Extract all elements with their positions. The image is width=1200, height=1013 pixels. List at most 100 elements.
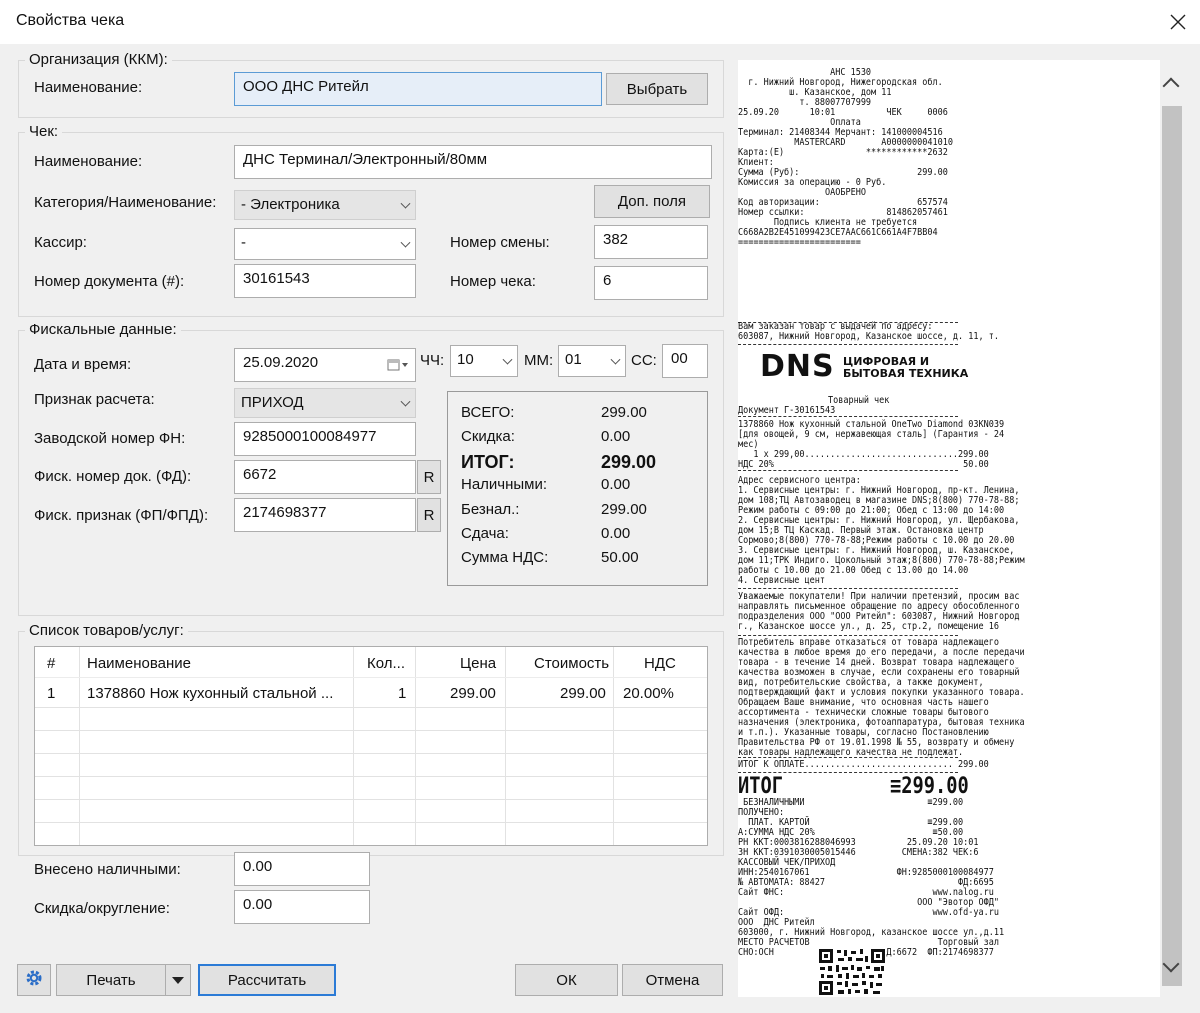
totals-itog-row: ИТОГ: 299.00 <box>461 452 701 473</box>
totals-cash-label: Наличными: <box>461 476 548 493</box>
shift-field[interactable]: 382 <box>594 225 708 259</box>
datetime-label: Дата и время: <box>34 356 132 373</box>
row-vat: 20.00% <box>623 685 674 702</box>
cash-in-field[interactable]: 0.00 <box>234 852 370 886</box>
calculate-button[interactable]: Рассчитать <box>198 964 336 996</box>
col-header-name[interactable]: Наименование <box>87 655 191 672</box>
chevron-up-icon[interactable] <box>1162 77 1180 95</box>
totals-itog-value: 299.00 <box>601 452 657 472</box>
totals-discount-value: 0.00 <box>601 428 631 445</box>
check-name-field[interactable]: ДНС Терминал/Электронный/80мм <box>234 145 712 179</box>
col-header-price[interactable]: Цена <box>460 655 496 672</box>
cancel-button[interactable]: Отмена <box>622 964 723 996</box>
goods-group-label: Список товаров/услуг: <box>25 622 188 639</box>
doc-number-field[interactable]: 30161543 <box>234 264 416 298</box>
qr-code-icon <box>818 948 886 996</box>
totals-sum-value: 299.00 <box>601 404 647 421</box>
col-header-vat[interactable]: НДС <box>644 655 676 672</box>
receipt-notice-line: г., Казанское шоссе ул., д. 25, стр.2, п… <box>738 621 999 632</box>
settings-button[interactable] <box>17 964 51 996</box>
row-cost: 299.00 <box>560 685 606 702</box>
cash-in-label: Внесено наличными: <box>34 861 181 878</box>
scrollbar-thumb[interactable] <box>1162 106 1182 986</box>
hh-label: ЧЧ: <box>420 352 445 369</box>
totals-change-value: 0.00 <box>601 525 631 542</box>
mm-combo[interactable]: 01 <box>558 345 626 377</box>
cashier-combo[interactable]: - <box>234 228 416 260</box>
receipt-check-title: Товарный чек <box>828 395 890 406</box>
totals-discount-label: Скидка: <box>461 428 515 445</box>
receipt-preview[interactable]: АНС 1530 г. Нижний Новгород, Нижегородск… <box>738 60 1160 997</box>
totals-change-label: Сдача: <box>461 525 509 542</box>
fd-label: Фиск. номер док. (ФД): <box>34 468 192 485</box>
date-picker[interactable]: 25.09.2020 <box>234 348 416 382</box>
calendar-icon[interactable] <box>387 358 409 376</box>
hh-value: 10 <box>457 351 474 368</box>
check-group-label: Чек: <box>25 123 63 140</box>
row-price: 299.00 <box>450 685 496 702</box>
category-combo[interactable]: - Электроника <box>234 190 416 220</box>
totals-vat-value: 50.00 <box>601 549 639 566</box>
totals-cash-row: Наличными: 0.00 <box>461 476 701 493</box>
ss-field[interactable]: 00 <box>662 344 708 378</box>
print-button[interactable]: Печать <box>56 964 166 996</box>
col-header-cost[interactable]: Стоимость <box>534 655 609 672</box>
date-value: 25.09.2020 <box>243 354 319 371</box>
gear-icon <box>24 968 44 992</box>
col-header-index[interactable]: # <box>47 655 55 672</box>
category-value: - Электроника <box>241 196 340 213</box>
ss-label: СС: <box>631 352 657 369</box>
totals-sum-label: ВСЕГО: <box>461 404 515 421</box>
rounding-field[interactable]: 0.00 <box>234 890 370 924</box>
goods-table[interactable]: # Наименование Кол... Цена Стоимость НДС… <box>34 646 708 846</box>
kkm-name-label: Наименование: <box>34 79 143 96</box>
totals-itog-label: ИТОГ: <box>461 452 515 472</box>
extra-fields-button[interactable]: Доп. поля <box>594 185 710 218</box>
totals-change-row: Сдача: 0.00 <box>461 525 701 542</box>
kkm-name-field[interactable]: ООО ДНС Ритейл <box>234 72 602 106</box>
chevron-down-icon <box>400 237 411 248</box>
hh-combo[interactable]: 10 <box>450 345 518 377</box>
select-org-button[interactable]: Выбрать <box>606 73 708 105</box>
fn-label: Заводской номер ФН: <box>34 430 186 447</box>
fiscal-group-label: Фискальные данные: <box>25 321 181 338</box>
check-number-label: Номер чека: <box>450 273 536 290</box>
calc-sign-combo[interactable]: ПРИХОД <box>234 388 416 418</box>
fp-refresh-button[interactable]: R <box>417 498 441 532</box>
cashier-label: Кассир: <box>34 234 87 251</box>
fp-label: Фиск. признак (ФП/ФПД): <box>34 507 209 524</box>
receipt-doc-line: Документ Г-30161543 <box>738 405 836 416</box>
fn-field[interactable]: 9285000100084977 <box>234 422 416 456</box>
receipt-scrollbar[interactable] <box>1160 60 1184 997</box>
col-header-qty[interactable]: Кол... <box>367 655 405 672</box>
totals-panel: ВСЕГО: 299.00 Скидка: 0.00 ИТОГ: 299.00 Нал… <box>447 391 708 586</box>
row-index: 1 <box>47 685 56 702</box>
chevron-down-icon <box>400 396 411 407</box>
cashier-value: - <box>241 234 246 251</box>
receipt-address-line: 603087, Нижний Новгород, Казанское шоссе… <box>738 331 999 342</box>
kkm-group-label: Организация (ККМ): <box>25 51 172 68</box>
ok-button[interactable]: ОК <box>515 964 618 996</box>
totals-vat-row: Сумма НДС: 50.00 <box>461 549 701 566</box>
receipt-itog-value: ≡299.00 <box>890 774 969 799</box>
doc-number-label: Номер документа (#): <box>34 273 185 290</box>
receipt-item-line: НДС 20% 50.00 <box>738 459 989 470</box>
fd-refresh-button[interactable]: R <box>417 460 441 494</box>
category-label: Категория/Наименование: <box>34 194 217 211</box>
fp-field[interactable]: 2174698377 <box>234 498 416 532</box>
totals-vat-label: Сумма НДС: <box>461 549 549 566</box>
check-name-label: Наименование: <box>34 153 143 170</box>
receipt-to-pay: ИТОГ К ОПЛАТЕ...........................… <box>738 759 989 770</box>
rounding-label: Скидка/округление: <box>34 900 170 917</box>
check-number-field[interactable]: 6 <box>594 266 708 300</box>
totals-card-row: Безнал.: 299.00 <box>461 501 701 518</box>
chevron-down-icon <box>610 354 621 365</box>
chevron-down-icon <box>502 354 513 365</box>
totals-card-label: Безнал.: <box>461 501 520 518</box>
calc-sign-label: Признак расчета: <box>34 391 155 408</box>
print-dropdown-button[interactable] <box>165 964 191 996</box>
close-icon[interactable] <box>1158 2 1198 42</box>
caret-down-icon <box>172 972 184 989</box>
fd-field[interactable]: 6672 <box>234 460 416 494</box>
receipt-slip-line: ======================== <box>738 237 861 248</box>
